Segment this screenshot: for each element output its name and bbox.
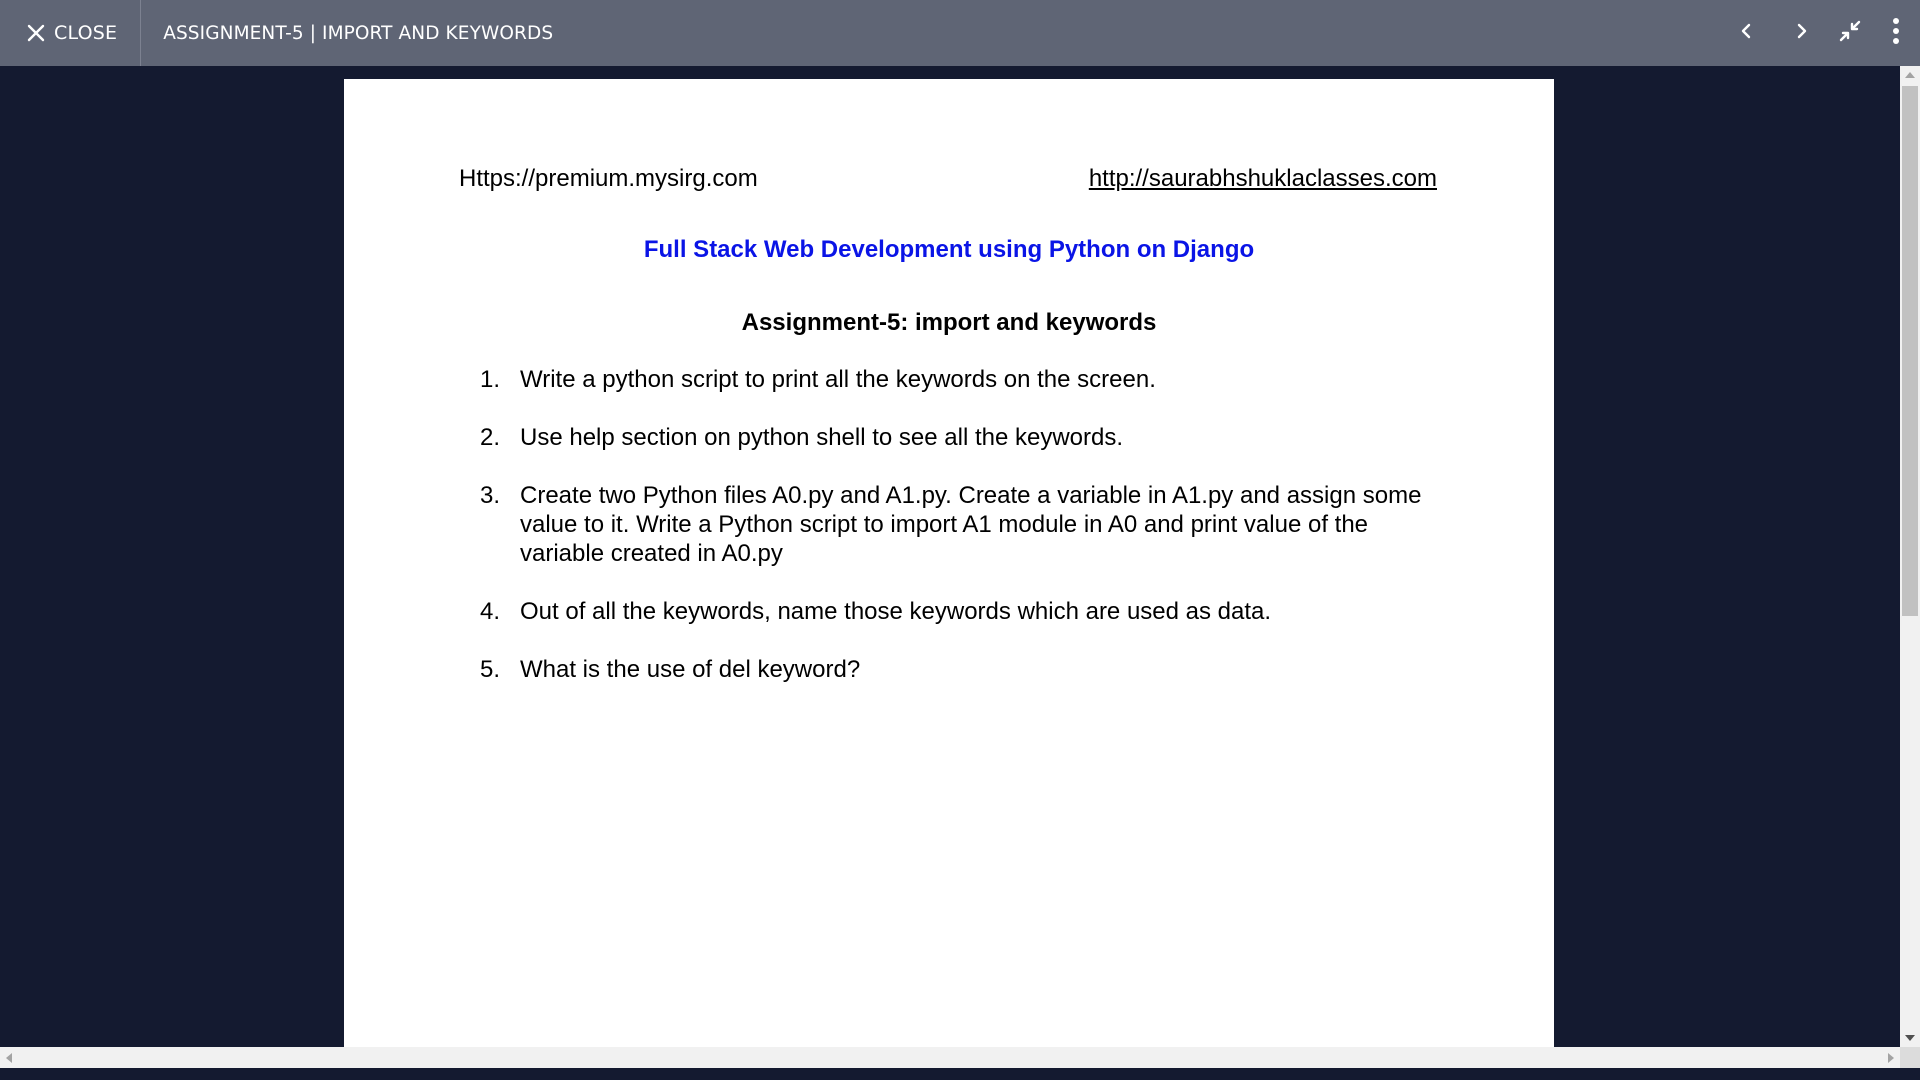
close-label: CLOSE xyxy=(54,22,118,44)
question-number: 2. xyxy=(480,424,501,451)
scroll-up-arrow-icon[interactable] xyxy=(1905,72,1915,78)
close-icon xyxy=(26,23,46,43)
classes-url-link[interactable]: http://saurabhshuklaclasses.com xyxy=(1089,165,1437,193)
question-text: What is the use of del keyword? xyxy=(520,656,861,683)
viewer-controls xyxy=(1726,0,1920,66)
next-button[interactable] xyxy=(1782,13,1822,53)
bottom-strip xyxy=(0,1068,1920,1080)
question-number: 1. xyxy=(480,366,501,393)
list-item: 1. Write a python script to print all th… xyxy=(480,365,1430,394)
scroll-down-arrow-icon[interactable] xyxy=(1905,1035,1915,1041)
list-item: 4. Out of all the keywords, name those k… xyxy=(480,597,1430,626)
collapse-icon xyxy=(1837,18,1863,49)
scroll-right-arrow-icon[interactable] xyxy=(1888,1053,1894,1063)
more-options-button[interactable] xyxy=(1876,13,1916,53)
previous-button[interactable] xyxy=(1726,13,1766,53)
document-title: ASSIGNMENT-5 | IMPORT AND KEYWORDS xyxy=(163,22,554,44)
scrollbar-corner xyxy=(1900,1047,1920,1068)
more-vert-icon xyxy=(1891,17,1901,50)
list-item: 2. Use help section on python shell to s… xyxy=(480,423,1430,452)
chevron-left-icon xyxy=(1736,21,1756,46)
question-text: Use help section on python shell to see … xyxy=(520,424,1124,451)
list-item: 5. What is the use of del keyword? xyxy=(480,655,1430,684)
question-text: Write a python script to print all the k… xyxy=(520,366,1156,393)
list-item: 3. Create two Python files A0.py and A1.… xyxy=(480,481,1430,568)
viewer-toolbar: CLOSE ASSIGNMENT-5 | IMPORT AND KEYWORDS xyxy=(0,0,1920,66)
premium-url-text: Https://premium.mysirg.com xyxy=(459,165,758,192)
question-text: Create two Python files A0.py and A1.py.… xyxy=(520,482,1422,567)
chevron-right-icon xyxy=(1792,21,1812,46)
vertical-scrollbar[interactable] xyxy=(1900,66,1920,1047)
course-title: Full Stack Web Development using Python … xyxy=(643,236,1255,263)
exit-fullscreen-button[interactable] xyxy=(1830,13,1870,53)
assignment-title: Assignment-5: import and keywords xyxy=(741,309,1157,336)
question-list: 1. Write a python script to print all th… xyxy=(480,365,1430,713)
scroll-left-arrow-icon[interactable] xyxy=(6,1053,12,1063)
question-number: 5. xyxy=(480,656,501,683)
question-number: 4. xyxy=(480,598,501,625)
question-number: 3. xyxy=(480,482,501,509)
close-button[interactable]: CLOSE xyxy=(0,0,142,66)
document-page: Https://premium.mysirg.com http://saurab… xyxy=(344,79,1554,1068)
question-text: Out of all the keywords, name those keyw… xyxy=(520,598,1272,625)
document-viewport: Https://premium.mysirg.com http://saurab… xyxy=(0,66,1920,1068)
horizontal-scrollbar[interactable] xyxy=(0,1047,1900,1068)
vertical-scroll-thumb[interactable] xyxy=(1902,86,1918,616)
